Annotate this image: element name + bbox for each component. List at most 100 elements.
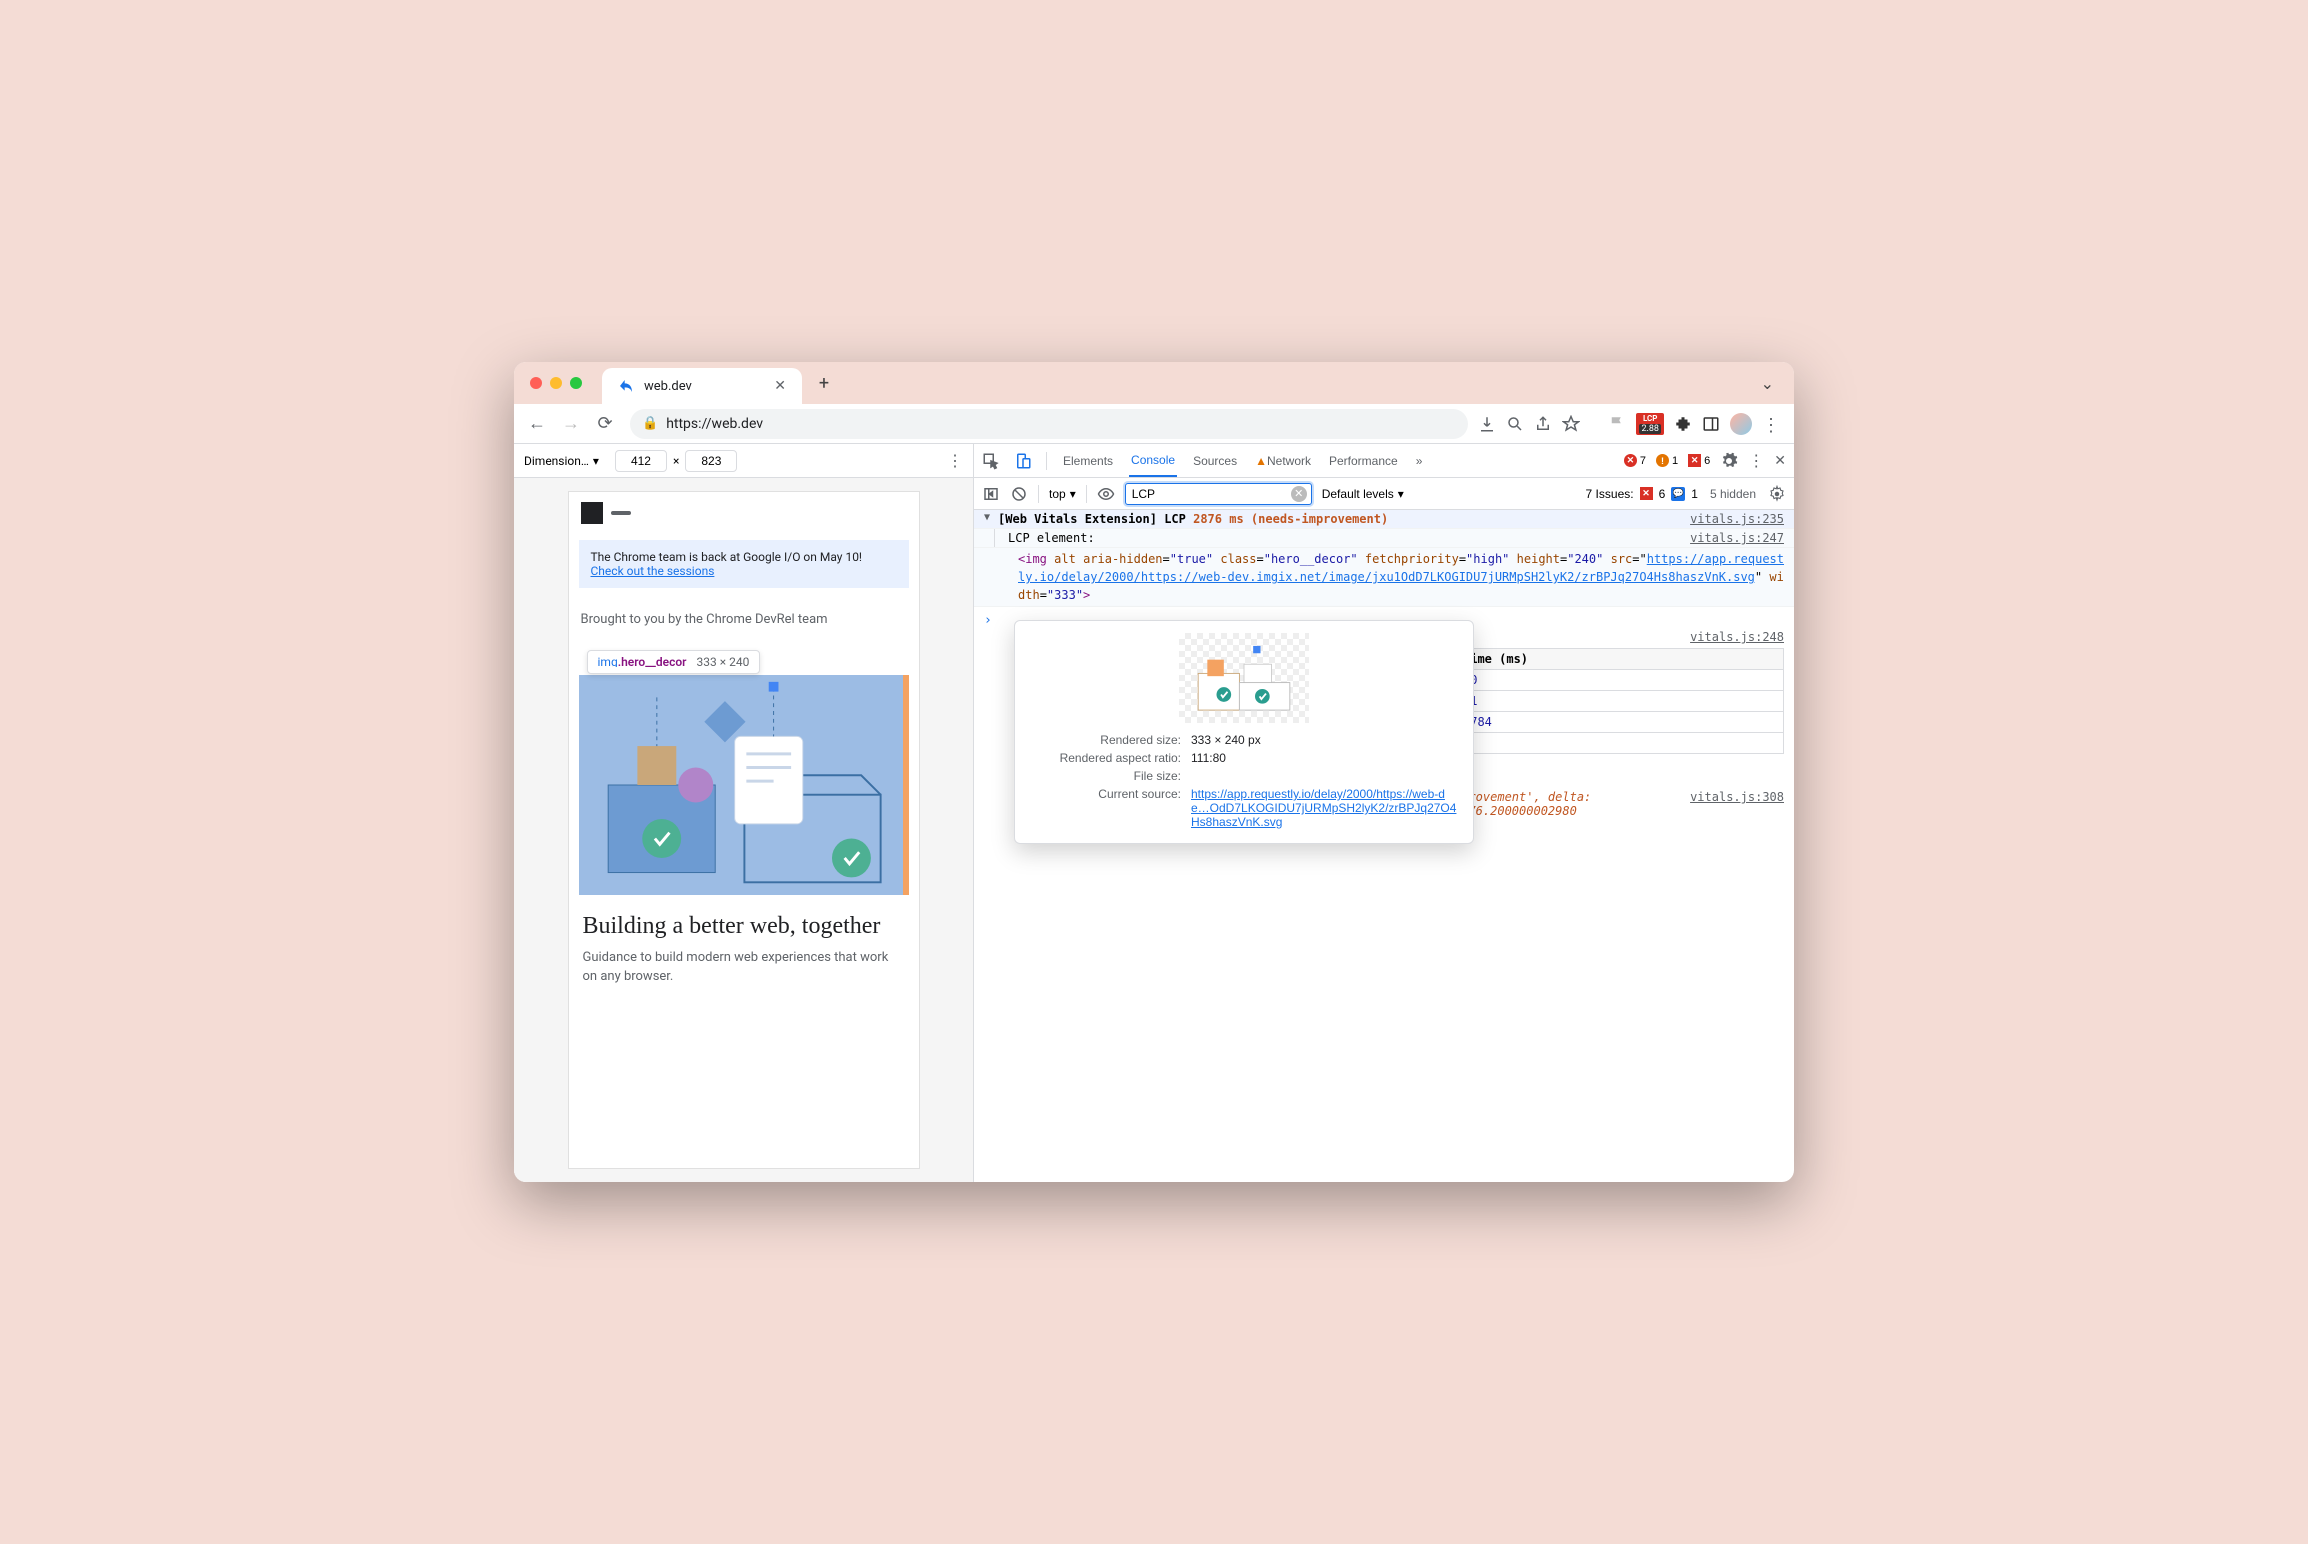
issues-info-icon: 💬 <box>1671 487 1685 501</box>
console-settings-icon[interactable] <box>1768 485 1786 503</box>
toggle-device-icon[interactable] <box>1014 452 1032 470</box>
inspect-element-icon[interactable] <box>982 452 1000 470</box>
bookmark-icon[interactable] <box>1562 415 1580 433</box>
share-icon[interactable] <box>1534 415 1552 433</box>
table-row: 2 <box>1455 733 1784 754</box>
device-toolbar: Dimension… ▾ × ⋮ <box>514 444 973 478</box>
browser-window: web.dev ✕ + ⌄ ← → ⟳ 🔒 https://web.dev LC… <box>514 362 1794 1182</box>
blocked-counter[interactable]: ✕6 <box>1688 454 1710 467</box>
device-toolbar-menu[interactable]: ⋮ <box>947 451 963 470</box>
tab-network[interactable]: ▲ Network <box>1253 444 1313 477</box>
inspect-selector: img.hero__decor <box>598 655 687 669</box>
devtools-panel: Elements Console Sources ▲ Network Perfo… <box>974 444 1794 1182</box>
chevron-down-icon: ▾ <box>1070 487 1076 501</box>
dimension-separator: × <box>673 454 679 468</box>
minimize-window-button[interactable] <box>550 377 562 389</box>
back-button[interactable]: ← <box>522 409 552 439</box>
table-header: Time (ms) <box>1455 649 1784 670</box>
banner-link[interactable]: Check out the sessions <box>591 564 715 578</box>
devrel-caption: Brought to you by the Chrome DevRel team <box>569 594 919 627</box>
tab-console[interactable]: Console <box>1129 444 1177 477</box>
table-row: 2784 <box>1455 712 1784 733</box>
popover-value <box>1191 769 1457 783</box>
table-row: 11 <box>1455 691 1784 712</box>
tab-performance[interactable]: Performance <box>1327 444 1400 477</box>
forward-button[interactable]: → <box>556 409 586 439</box>
inspect-tooltip: img.hero__decor 333 × 240 <box>587 650 761 674</box>
hamburger-icon[interactable] <box>611 511 631 515</box>
new-tab-button[interactable]: + <box>810 373 838 394</box>
devtools-menu-icon[interactable]: ⋮ <box>1748 451 1764 471</box>
viewport-width-input[interactable] <box>615 450 667 472</box>
close-window-button[interactable] <box>530 377 542 389</box>
devtools-close-icon[interactable]: ✕ <box>1774 452 1786 469</box>
reload-button[interactable]: ⟳ <box>590 409 620 439</box>
devtools-settings-icon[interactable] <box>1720 452 1738 470</box>
warning-counter[interactable]: !1 <box>1656 454 1678 467</box>
popover-value: 333 × 240 px <box>1191 733 1457 747</box>
extensions-icon[interactable] <box>1674 415 1692 433</box>
viewport-height-input[interactable] <box>685 450 737 472</box>
context-selector[interactable]: top▾ <box>1049 487 1076 501</box>
chevron-down-icon: ▾ <box>593 454 599 468</box>
hidden-messages[interactable]: 5 hidden <box>1710 487 1756 501</box>
console-timing-table: vitals.js:248 Time (ms) 80 11 2784 2 <box>1454 630 1784 754</box>
device-viewport-panel: Dimension… ▾ × ⋮ The Chrome t <box>514 444 974 1182</box>
table-row: 80 <box>1455 670 1784 691</box>
source-link[interactable]: vitals.js:308 <box>1690 790 1784 818</box>
issues-error-icon: ✕ <box>1640 487 1653 500</box>
tab-favicon-icon <box>618 378 634 394</box>
console-group-header[interactable]: ▼ [Web Vitals Extension] LCP 2876 ms (ne… <box>974 510 1794 529</box>
zoom-icon[interactable] <box>1506 415 1524 433</box>
tab-overflow-button[interactable]: ⌄ <box>1761 374 1774 393</box>
clear-console-icon[interactable] <box>1010 485 1028 503</box>
simulated-page[interactable]: The Chrome team is back at Google I/O on… <box>569 492 919 1168</box>
console-output[interactable]: ▼ [Web Vitals Extension] LCP 2876 ms (ne… <box>974 510 1794 1182</box>
source-link[interactable]: vitals.js:247 <box>1690 531 1784 545</box>
viewport-area: The Chrome team is back at Google I/O on… <box>514 478 973 1182</box>
profile-avatar[interactable] <box>1730 413 1752 435</box>
tab-overflow[interactable]: » <box>1414 444 1425 477</box>
flag-icon[interactable] <box>1608 415 1626 433</box>
disclosure-triangle-icon[interactable]: ▼ <box>984 512 990 526</box>
announcement-banner: The Chrome team is back at Google I/O on… <box>579 540 909 588</box>
url-input[interactable]: 🔒 https://web.dev <box>630 409 1468 439</box>
console-element-preview[interactable]: <img alt aria-hidden="true" class="hero_… <box>974 548 1794 607</box>
console-message: LCP element: vitals.js:247 <box>974 529 1794 548</box>
side-panel-icon[interactable] <box>1702 415 1720 433</box>
clear-filter-button[interactable]: ✕ <box>1291 486 1307 502</box>
hero-image <box>579 675 909 895</box>
source-link[interactable]: vitals.js:235 <box>1690 512 1784 526</box>
live-expression-icon[interactable] <box>1097 485 1115 503</box>
toggle-sidebar-icon[interactable] <box>982 485 1000 503</box>
url-text: https://web.dev <box>666 416 763 432</box>
window-controls <box>530 377 582 389</box>
page-subheading: Guidance to build modern web experiences… <box>569 941 919 1003</box>
install-icon[interactable] <box>1478 415 1496 433</box>
tab-elements[interactable]: Elements <box>1061 444 1115 477</box>
popover-key: File size: <box>1031 769 1181 783</box>
log-levels-dropdown[interactable]: Default levels▾ <box>1322 487 1404 501</box>
popover-source-link[interactable]: https://app.requestly.io/delay/2000/http… <box>1191 787 1457 829</box>
lock-icon: 🔒 <box>642 416 658 431</box>
source-link[interactable]: vitals.js:248 <box>1690 630 1784 644</box>
maximize-window-button[interactable] <box>570 377 582 389</box>
image-hover-popover: Rendered size: 333 × 240 px Rendered asp… <box>1014 620 1474 844</box>
device-preset-dropdown[interactable]: Dimension… ▾ <box>524 454 599 468</box>
tab-sources[interactable]: Sources <box>1191 444 1239 477</box>
warning-icon: ▲ <box>1255 454 1267 468</box>
popover-thumbnail <box>1179 633 1309 723</box>
web-vitals-extension-button[interactable]: LCP 2.88 <box>1636 413 1664 435</box>
popover-key: Current source: <box>1031 787 1181 829</box>
error-counter[interactable]: ✕7 <box>1624 454 1646 467</box>
console-partial-message: mprovement', delta: 2876.200000002980 vi… <box>1454 790 1784 818</box>
site-logo-icon[interactable] <box>581 502 603 524</box>
inspect-size: 333 × 240 <box>697 655 750 669</box>
console-filter-input[interactable] <box>1125 483 1312 505</box>
close-tab-button[interactable]: ✕ <box>774 378 786 394</box>
console-toolbar: top▾ ✕ Default levels▾ 7 Issues: ✕6 💬1 5… <box>974 478 1794 510</box>
issues-link[interactable]: 7 Issues: ✕6 💬1 <box>1586 487 1698 501</box>
browser-tab[interactable]: web.dev ✕ <box>602 368 802 404</box>
devtools-tabbar: Elements Console Sources ▲ Network Perfo… <box>974 444 1794 478</box>
browser-menu-icon[interactable]: ⋮ <box>1762 415 1780 433</box>
